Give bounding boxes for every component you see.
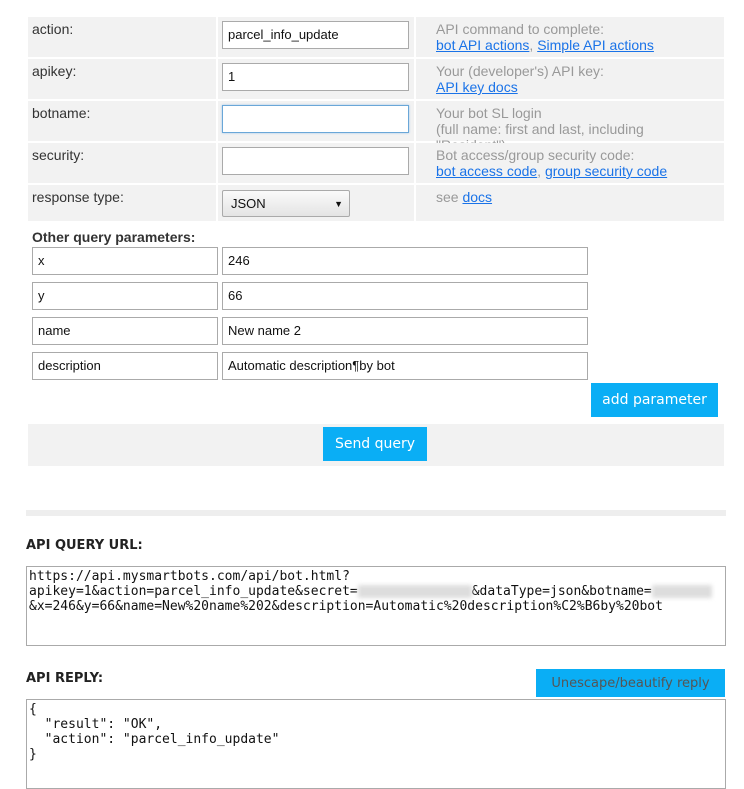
url-line: apikey=1&action=parcel_info_update&secre… xyxy=(29,584,358,599)
other-params-title: Other query parameters: xyxy=(32,229,196,245)
param-name-input[interactable]: y xyxy=(32,282,218,310)
param-name-input[interactable]: x xyxy=(32,247,218,275)
api-query-url-title: API QUERY URL: xyxy=(26,538,143,553)
docs-link[interactable]: docs xyxy=(462,189,492,205)
api-key-docs-link[interactable]: API key docs xyxy=(436,79,518,95)
api-reply-title: API REPLY: xyxy=(26,671,104,686)
param-name-input[interactable]: name xyxy=(32,317,218,345)
unescape-beautify-button[interactable]: Unescape/beautify reply xyxy=(536,669,725,697)
url-line: &x=246&y=66&name=New%20name%202&descript… xyxy=(29,599,663,614)
bot-api-actions-link[interactable]: bot API actions xyxy=(436,37,529,53)
hint-text: Bot access/group security code: xyxy=(436,147,635,163)
hint-text: Your bot SL login xyxy=(436,105,542,121)
hint-response-type: see docs xyxy=(416,185,724,221)
redacted-botname xyxy=(651,585,712,598)
param-name-input[interactable]: description xyxy=(32,352,218,380)
url-line: &dataType=json&botname= xyxy=(471,584,652,599)
response-type-select[interactable]: JSON ▼ xyxy=(222,190,350,217)
apikey-input[interactable]: 1 xyxy=(222,63,409,91)
botname-input[interactable] xyxy=(222,105,409,133)
api-reply-textarea[interactable]: { "result": "OK", "action": "parcel_info… xyxy=(26,699,726,789)
hint-text: Your (developer's) API key: xyxy=(436,63,604,79)
param-value-input[interactable]: 66 xyxy=(222,282,588,310)
param-value-input[interactable]: Automatic description¶by bot xyxy=(222,352,588,380)
action-input[interactable]: parcel_info_update xyxy=(222,21,409,49)
hint-apikey: Your (developer's) API key: API key docs xyxy=(416,59,724,99)
divider xyxy=(26,510,726,516)
param-value-input[interactable]: 246 xyxy=(222,247,588,275)
bot-access-code-link[interactable]: bot access code xyxy=(436,163,537,179)
dropdown-arrow-icon: ▼ xyxy=(334,198,343,209)
label-security: security: xyxy=(28,143,216,183)
hint-action: API command to complete: bot API actions,… xyxy=(416,17,724,57)
label-apikey: apikey: xyxy=(28,59,216,99)
security-input[interactable] xyxy=(222,147,409,175)
group-security-code-link[interactable]: group security code xyxy=(545,163,667,179)
api-query-url-textarea[interactable]: https://api.mysmartbots.com/api/bot.html… xyxy=(26,566,726,646)
hint-text: see xyxy=(436,189,459,205)
url-line: https://api.mysmartbots.com/api/bot.html… xyxy=(29,569,350,584)
redacted-secret xyxy=(357,585,472,598)
param-value-input[interactable]: New name 2 xyxy=(222,317,588,345)
send-query-button[interactable]: Send query xyxy=(323,427,427,461)
label-response-type: response type: xyxy=(28,185,216,221)
label-botname: botname: xyxy=(28,101,216,141)
select-value: JSON xyxy=(231,196,266,211)
hint-security: Bot access/group security code: bot acces… xyxy=(416,143,724,183)
simple-api-actions-link[interactable]: Simple API actions xyxy=(537,37,654,53)
label-action: action: xyxy=(28,17,216,57)
hint-text: API command to complete: xyxy=(436,21,605,37)
add-parameter-button[interactable]: add parameter xyxy=(591,383,718,417)
hint-botname: Your bot SL login (full name: first and l… xyxy=(416,101,724,153)
